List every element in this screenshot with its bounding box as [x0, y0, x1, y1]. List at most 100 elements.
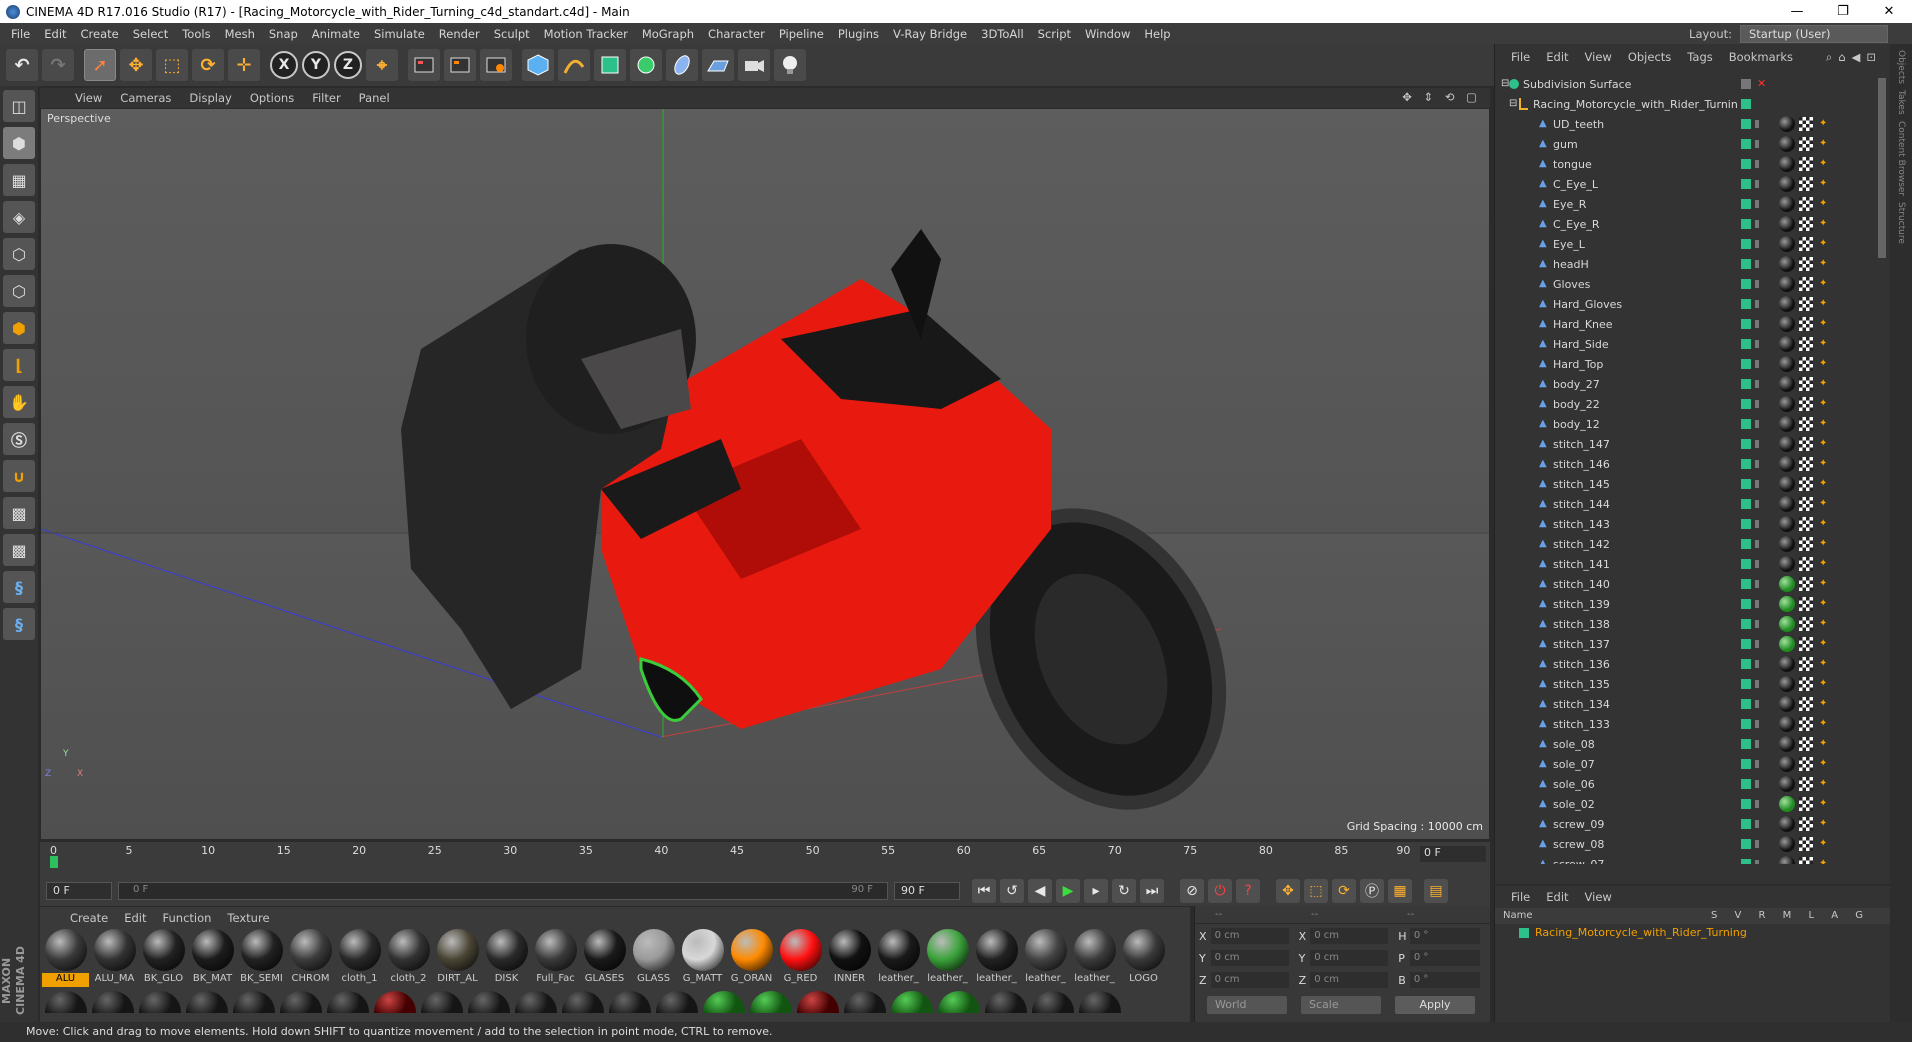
material-tag[interactable] — [1779, 276, 1795, 292]
uvw-tag[interactable] — [1799, 457, 1813, 471]
uvw-tag[interactable] — [1799, 277, 1813, 291]
material-swatch[interactable]: leather_ — [1071, 929, 1118, 987]
visibility-dots[interactable] — [1755, 300, 1759, 308]
layer-swatch[interactable] — [1741, 359, 1751, 369]
material-tag[interactable] — [1779, 256, 1795, 272]
material-tag[interactable] — [1779, 856, 1795, 864]
range-slider[interactable]: 0 F 90 F — [118, 882, 888, 900]
uvw-tag[interactable] — [1799, 737, 1813, 751]
object-row[interactable]: ▲ stitch_147 ✦ — [1495, 434, 1885, 454]
layer-color-swatch[interactable] — [1519, 928, 1529, 938]
visibility-dots[interactable] — [1755, 360, 1759, 368]
uvw-tag[interactable] — [1799, 617, 1813, 631]
object-row[interactable]: ▲ UD_teeth ✦ — [1495, 114, 1885, 134]
end-frame-field[interactable]: 90 F — [894, 882, 960, 900]
material-tag[interactable] — [1779, 216, 1795, 232]
layer-row[interactable]: Racing_Motorcycle_with_Rider_Turning — [1495, 924, 1890, 942]
viewport-menu-cameras[interactable]: Cameras — [111, 91, 180, 105]
material-tag[interactable] — [1779, 376, 1795, 392]
go-to-start-icon[interactable]: ⏮ — [972, 879, 996, 903]
world-coordinate-button[interactable]: ⌖ — [366, 49, 398, 81]
object-row[interactable]: ▲ stitch_142 ✦ — [1495, 534, 1885, 554]
z-axis-lock-button[interactable]: Z — [334, 51, 362, 79]
material-tag[interactable] — [1779, 676, 1795, 692]
uvw-tag[interactable] — [1799, 817, 1813, 831]
uvw-tag[interactable] — [1799, 757, 1813, 771]
visibility-dots[interactable] — [1755, 200, 1759, 208]
material-swatch[interactable]: leather_ — [875, 929, 922, 987]
uvw-tag[interactable] — [1799, 397, 1813, 411]
material-tag[interactable] — [1779, 456, 1795, 472]
object-row[interactable]: ▲ screw_08 ✦ — [1495, 834, 1885, 854]
layer-swatch[interactable] — [1741, 179, 1751, 189]
material-tag[interactable] — [1779, 636, 1795, 652]
phong-tag-icon[interactable]: ✦ — [1819, 718, 1831, 730]
object-row[interactable]: ▲ stitch_134 ✦ — [1495, 694, 1885, 714]
y-axis-lock-button[interactable]: Y — [302, 51, 330, 79]
layer-swatch[interactable] — [1741, 799, 1751, 809]
points-mode-icon[interactable]: ⬡ — [3, 238, 35, 270]
phong-tag-icon[interactable]: ✦ — [1819, 498, 1831, 510]
object-row[interactable]: ▲ Eye_L ✦ — [1495, 234, 1885, 254]
object-row[interactable]: ▲ sole_07 ✦ — [1495, 754, 1885, 774]
phong-tag-icon[interactable]: ✦ — [1819, 638, 1831, 650]
viewport-menu-filter[interactable]: Filter — [303, 91, 349, 105]
visibility-dots[interactable] — [1755, 160, 1759, 168]
material-tag[interactable] — [1779, 156, 1795, 172]
python-script-icon[interactable]: § — [3, 608, 35, 640]
visibility-dots[interactable] — [1755, 340, 1759, 348]
material-tag[interactable] — [1779, 516, 1795, 532]
layer-swatch[interactable] — [1741, 619, 1751, 629]
menu-pipeline[interactable]: Pipeline — [772, 27, 831, 41]
phong-tag-icon[interactable]: ✦ — [1819, 438, 1831, 450]
axis-mode-icon[interactable]: ⌊ — [3, 349, 35, 381]
material-swatch[interactable]: Full_Fac — [532, 929, 579, 987]
visibility-toggle[interactable] — [1741, 79, 1751, 89]
uvw-tag[interactable] — [1799, 537, 1813, 551]
visibility-dots[interactable] — [1755, 800, 1759, 808]
edges-mode-icon[interactable]: ⬡ — [3, 275, 35, 307]
uvw-tag[interactable] — [1799, 377, 1813, 391]
layer-swatch[interactable] — [1741, 739, 1751, 749]
menu-script[interactable]: Script — [1031, 27, 1078, 41]
material-swatch[interactable]: DIRT_AL — [434, 929, 481, 987]
uvw-tag[interactable] — [1799, 497, 1813, 511]
layer-swatch[interactable] — [1741, 559, 1751, 569]
layer-swatch[interactable] — [1741, 199, 1751, 209]
uvw-tag[interactable] — [1799, 297, 1813, 311]
material-swatch[interactable]: BK_SEMI — [238, 929, 285, 987]
material-tag[interactable] — [1779, 736, 1795, 752]
uvw-tag[interactable] — [1799, 257, 1813, 271]
uvw-tag[interactable] — [1799, 157, 1813, 171]
layer-swatch[interactable] — [1741, 279, 1751, 289]
material-swatch[interactable]: GLASS — [630, 929, 677, 987]
material-tag[interactable] — [1779, 796, 1795, 812]
phong-tag-icon[interactable]: ✦ — [1819, 518, 1831, 530]
uvw-tag[interactable] — [1799, 197, 1813, 211]
object-menu-edit[interactable]: Edit — [1538, 50, 1576, 64]
coordinate-system-dropdown[interactable]: World — [1207, 996, 1287, 1014]
uvw-tag[interactable] — [1799, 637, 1813, 651]
tab-takes[interactable]: Takes — [1896, 90, 1906, 115]
phong-tag-icon[interactable]: ✦ — [1819, 618, 1831, 630]
uvw-tag[interactable] — [1799, 237, 1813, 251]
object-row-subdivision-surface[interactable]: ⊟ Subdivision Surface ✕ — [1495, 74, 1885, 94]
menu-edit[interactable]: Edit — [37, 27, 73, 41]
rotate-tool[interactable]: ⟳ — [192, 49, 224, 81]
layer-swatch[interactable] — [1741, 319, 1751, 329]
key-position-icon[interactable]: ✥ — [1276, 879, 1300, 903]
layer-swatch[interactable] — [1741, 259, 1751, 269]
viewport-menu-options[interactable]: Options — [241, 91, 303, 105]
layer-menu-edit[interactable]: Edit — [1538, 890, 1576, 904]
position-y-field[interactable]: 0 cm — [1210, 950, 1289, 966]
uvw-tag[interactable] — [1799, 657, 1813, 671]
object-row[interactable]: ▲ C_Eye_L ✦ — [1495, 174, 1885, 194]
phong-tag-icon[interactable]: ✦ — [1819, 138, 1831, 150]
object-row[interactable]: ▲ sole_06 ✦ — [1495, 774, 1885, 794]
menu-select[interactable]: Select — [126, 27, 175, 41]
apply-button[interactable]: Apply — [1395, 996, 1475, 1014]
key-parameter-icon[interactable]: Ⓟ — [1360, 879, 1384, 903]
workplane-mode-icon[interactable]: ◈ — [3, 201, 35, 233]
snap-mode-icon[interactable]: Ⓢ — [3, 423, 35, 455]
uvw-tag[interactable] — [1799, 357, 1813, 371]
